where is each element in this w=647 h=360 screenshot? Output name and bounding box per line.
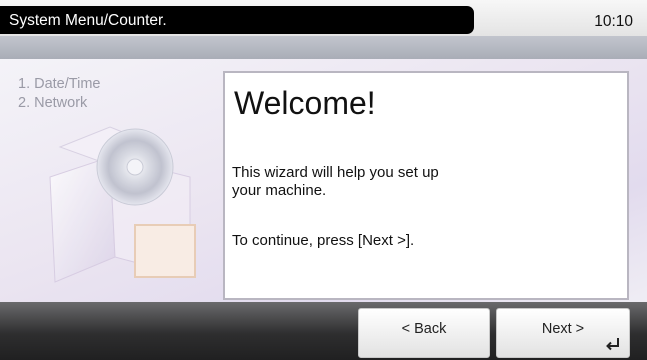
wizard-message-line: your machine. xyxy=(232,182,327,199)
next-button[interactable]: Next > xyxy=(496,308,630,358)
back-button-label: < Back xyxy=(401,321,447,337)
enter-key-icon xyxy=(606,338,619,351)
back-button[interactable]: < Back xyxy=(358,308,490,358)
title-bar: System Menu/Counter. 10:10 xyxy=(0,0,647,36)
next-button-label: Next > xyxy=(541,321,585,337)
setup-box-cd-illustration-icon xyxy=(49,126,196,283)
screen-title: System Menu/Counter. xyxy=(9,12,167,29)
sub-bar xyxy=(0,36,647,59)
wizard-message-line: This wizard will help you set up xyxy=(232,164,439,181)
welcome-heading: Welcome! xyxy=(234,85,376,121)
wizard-screen: System Menu/Counter. 10:10 1. Date/Time … xyxy=(0,0,647,360)
title-tab: System Menu/Counter. xyxy=(0,6,474,34)
clock: 10:10 xyxy=(594,13,633,30)
continue-instruction: To continue, press [Next >]. xyxy=(232,232,415,249)
bottom-bar: < Back Next > xyxy=(0,302,647,360)
content-area: 1. Date/Time 2. Network Welcome! This wi… xyxy=(0,59,647,302)
step-date-time: 1. Date/Time xyxy=(18,76,101,92)
welcome-panel: Welcome! This wizard will help you set u… xyxy=(223,71,629,300)
wizard-message: This wizard will help you set up your ma… xyxy=(232,164,532,200)
